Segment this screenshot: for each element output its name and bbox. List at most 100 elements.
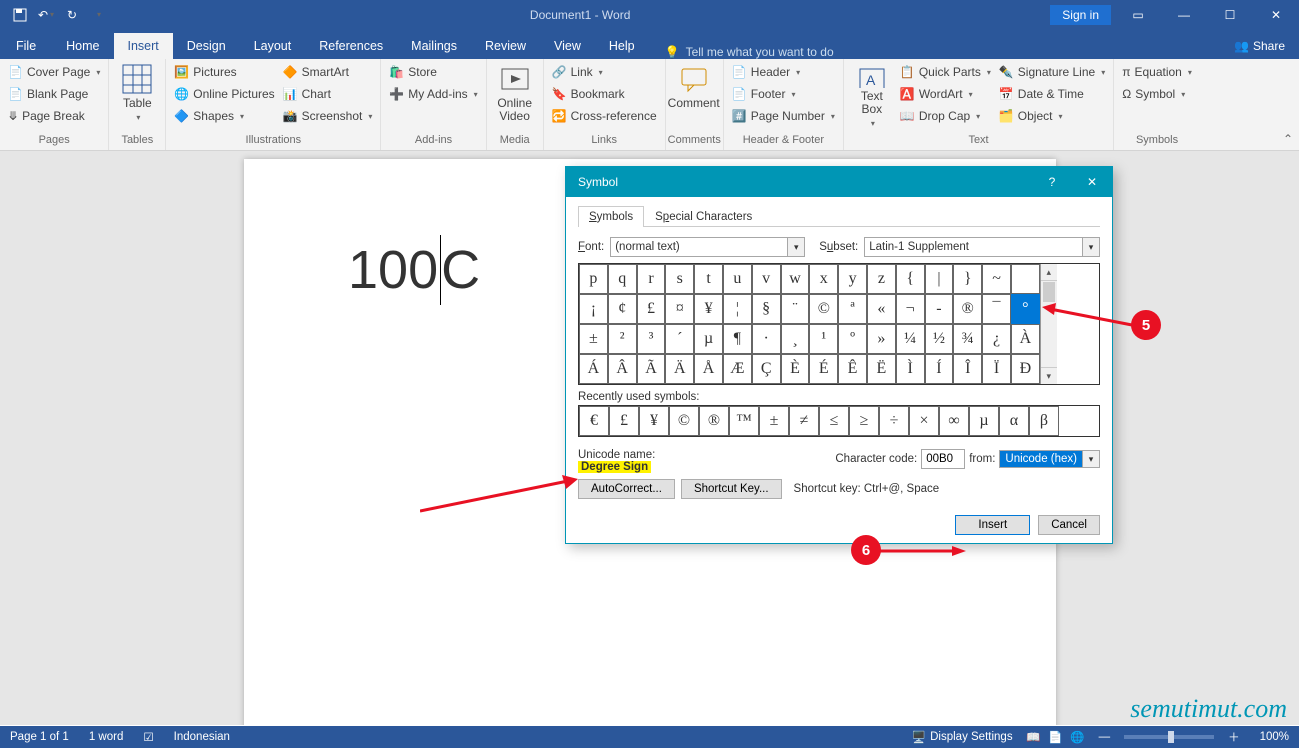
scroll-down-button[interactable]: ▾: [1041, 367, 1057, 384]
recent-symbol-cell[interactable]: ÷: [879, 406, 909, 436]
dropcap-button[interactable]: 📖 Drop Cap▾: [896, 105, 995, 127]
symbol-cell[interactable]: £: [637, 294, 666, 324]
symbol-cell[interactable]: Î: [953, 354, 982, 384]
cancel-button[interactable]: Cancel: [1038, 515, 1100, 535]
my-addins-button[interactable]: ➕ My Add-ins▾: [385, 83, 481, 105]
symbol-cell[interactable]: Á: [579, 354, 608, 384]
from-dropdown[interactable]: Unicode (hex) ▾: [999, 450, 1100, 468]
print-layout-view[interactable]: 📄: [1045, 726, 1067, 748]
chart-button[interactable]: 📊 Chart: [279, 83, 377, 105]
cover-page-button[interactable]: 📄 Cover Page▾: [4, 61, 104, 83]
wordart-button[interactable]: 🅰️ WordArt▾: [896, 83, 995, 105]
symbol-cell[interactable]: Ï: [982, 354, 1011, 384]
tell-me-search[interactable]: 💡 Tell me what you want to do: [649, 45, 1220, 59]
symbol-cell[interactable]: ¡: [579, 294, 608, 324]
pictures-button[interactable]: 🖼️ Pictures: [170, 61, 278, 83]
recent-symbol-cell[interactable]: ≤: [819, 406, 849, 436]
textbox-button[interactable]: A Text Box▾: [848, 61, 896, 132]
scroll-thumb[interactable]: [1043, 282, 1055, 302]
status-wordcount[interactable]: 1 word: [79, 731, 134, 743]
symbol-cell[interactable]: Ä: [665, 354, 694, 384]
object-button[interactable]: 🗂️ Object▾: [995, 105, 1109, 127]
header-button[interactable]: 📄 Header▾: [728, 61, 839, 83]
dialog-close-button[interactable]: ✕: [1072, 167, 1112, 197]
share-button[interactable]: 👥 Share: [1220, 33, 1299, 59]
scroll-up-button[interactable]: ▴: [1041, 264, 1057, 281]
tab-home[interactable]: Home: [52, 33, 113, 59]
symbol-cell[interactable]: ¾: [953, 324, 982, 354]
tab-file[interactable]: File: [0, 33, 52, 59]
symbol-cell[interactable]: Ê: [838, 354, 867, 384]
tab-references[interactable]: References: [305, 33, 397, 59]
tab-symbols[interactable]: Symbols: [578, 206, 644, 227]
symbol-cell[interactable]: Å: [694, 354, 723, 384]
display-settings-button[interactable]: 🖥️ Display Settings: [902, 730, 1023, 744]
symbol-cell[interactable]: ½: [925, 324, 954, 354]
symbol-cell[interactable]: |: [925, 264, 954, 294]
online-pictures-button[interactable]: 🌐 Online Pictures: [170, 83, 278, 105]
symbol-cell[interactable]: ¯: [982, 294, 1011, 324]
symbol-cell[interactable]: º: [838, 324, 867, 354]
quickparts-button[interactable]: 📋 Quick Parts▾: [896, 61, 995, 83]
recent-symbol-cell[interactable]: ∞: [939, 406, 969, 436]
tab-help[interactable]: Help: [595, 33, 649, 59]
symbol-cell[interactable]: ¦: [723, 294, 752, 324]
symbol-cell[interactable]: Â: [608, 354, 637, 384]
status-page[interactable]: Page 1 of 1: [0, 731, 79, 743]
zoom-slider[interactable]: [1124, 735, 1214, 739]
maximize-button[interactable]: ☐: [1207, 0, 1253, 29]
symbol-cell[interactable]: ~: [982, 264, 1011, 294]
blank-page-button[interactable]: 📄 Blank Page: [4, 83, 104, 105]
insert-button[interactable]: Insert: [955, 515, 1030, 535]
symbol-cell[interactable]: ¿: [982, 324, 1011, 354]
symbol-cell[interactable]: w: [781, 264, 810, 294]
symbol-cell[interactable]: u: [723, 264, 752, 294]
symbol-button[interactable]: Ω Symbol▾: [1118, 83, 1196, 105]
equation-button[interactable]: π Equation▾: [1118, 61, 1196, 83]
symbol-cell[interactable]: {: [896, 264, 925, 294]
symbol-cell[interactable]: Æ: [723, 354, 752, 384]
online-video-button[interactable]: Online Video: [491, 61, 539, 132]
symbol-cell[interactable]: ¬: [896, 294, 925, 324]
subset-dropdown[interactable]: Latin-1 Supplement▾: [864, 237, 1100, 257]
recent-symbol-cell[interactable]: £: [609, 406, 639, 436]
tab-view[interactable]: View: [540, 33, 595, 59]
symbol-cell[interactable]: À: [1011, 324, 1040, 354]
symbol-cell[interactable]: p: [579, 264, 608, 294]
tab-mailings[interactable]: Mailings: [397, 33, 471, 59]
save-button[interactable]: [8, 3, 32, 27]
tab-special-characters[interactable]: Special Characters: [644, 206, 763, 227]
symbol-cell[interactable]: §: [752, 294, 781, 324]
date-time-button[interactable]: 📅 Date & Time: [995, 83, 1109, 105]
font-dropdown[interactable]: (normal text)▾: [610, 237, 805, 257]
symbol-cell[interactable]: ©: [809, 294, 838, 324]
minimize-button[interactable]: ―: [1161, 0, 1207, 29]
symbol-cell[interactable]: «: [867, 294, 896, 324]
symbol-cell[interactable]: t: [694, 264, 723, 294]
recent-symbol-cell[interactable]: β: [1029, 406, 1059, 436]
recent-symbol-cell[interactable]: ©: [669, 406, 699, 436]
dialog-help-button[interactable]: ?: [1032, 167, 1072, 197]
shapes-button[interactable]: 🔷 Shapes▾: [170, 105, 278, 127]
character-code-input[interactable]: [921, 449, 965, 469]
symbol-cell[interactable]: ¸: [781, 324, 810, 354]
status-language[interactable]: Indonesian: [164, 731, 240, 743]
symbol-cell[interactable]: [1011, 264, 1040, 294]
recent-symbol-cell[interactable]: α: [999, 406, 1029, 436]
symbol-cell[interactable]: ¼: [896, 324, 925, 354]
symbol-cell[interactable]: °: [1011, 294, 1040, 324]
symbol-cell[interactable]: r: [637, 264, 666, 294]
symbol-cell[interactable]: Ì: [896, 354, 925, 384]
collapse-ribbon-button[interactable]: ⌃: [1283, 132, 1293, 146]
symbol-cell[interactable]: ¢: [608, 294, 637, 324]
recent-symbol-cell[interactable]: µ: [969, 406, 999, 436]
link-button[interactable]: 🔗 Link▾: [548, 61, 661, 83]
web-layout-view[interactable]: 🌐: [1067, 726, 1089, 748]
recent-symbol-cell[interactable]: ±: [759, 406, 789, 436]
tab-layout[interactable]: Layout: [240, 33, 306, 59]
symbol-cell[interactable]: ®: [953, 294, 982, 324]
symbol-cell[interactable]: ¤: [665, 294, 694, 324]
zoom-out-button[interactable]: ―: [1089, 731, 1121, 743]
recent-symbol-cell[interactable]: ≥: [849, 406, 879, 436]
symbol-cell[interactable]: ¶: [723, 324, 752, 354]
